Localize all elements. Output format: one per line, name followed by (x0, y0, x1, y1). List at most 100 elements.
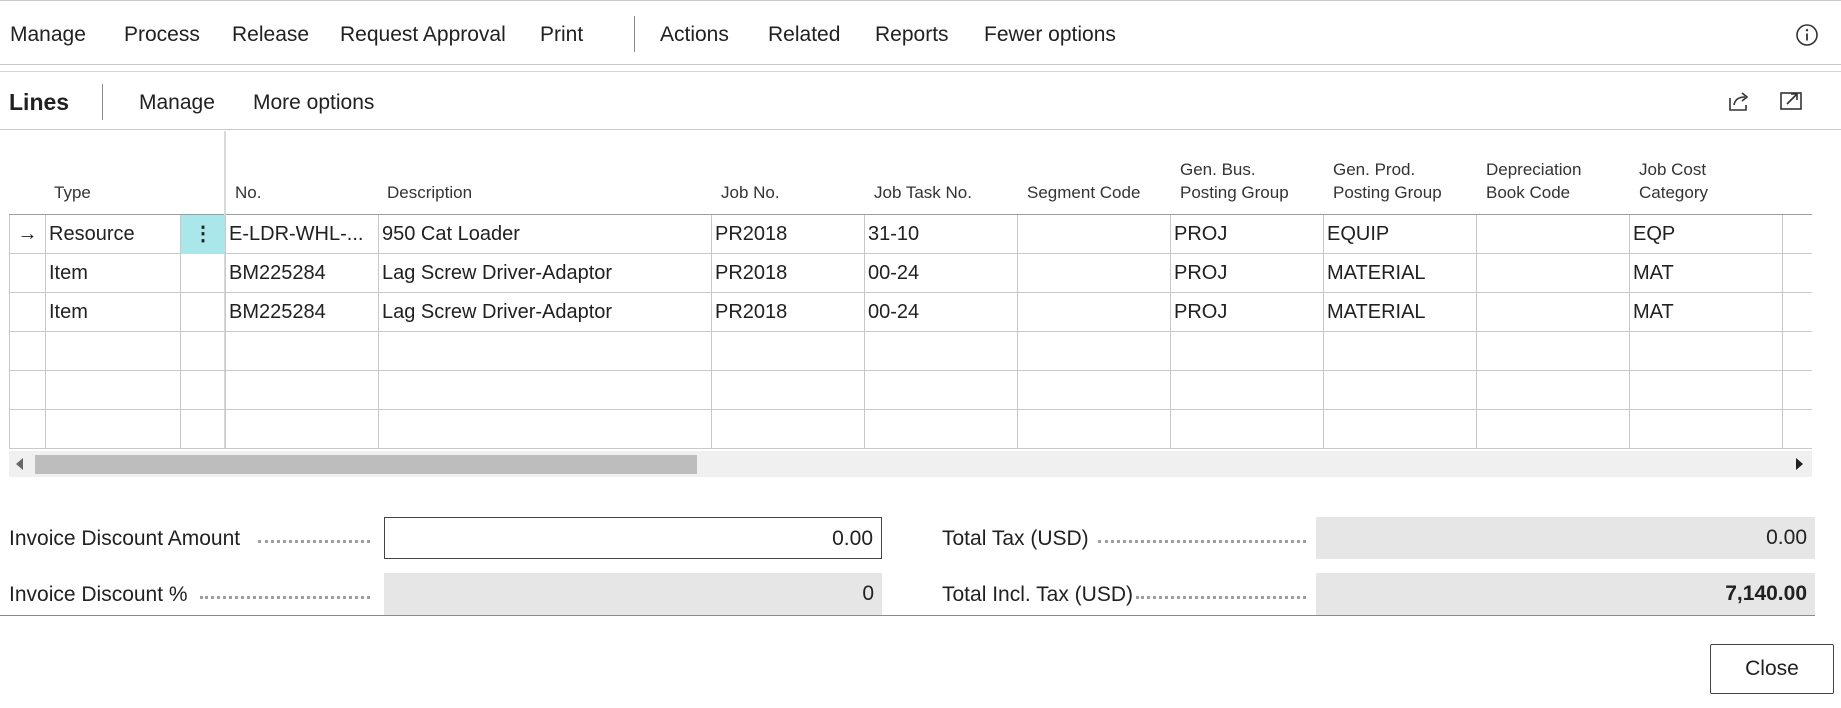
row-menu-cell[interactable] (181, 254, 226, 293)
cell-type[interactable]: Item (46, 254, 181, 293)
cell-gen-prod-posting-group[interactable] (1324, 410, 1477, 449)
menu-reports[interactable]: Reports (875, 23, 949, 47)
cell-job-cost-category[interactable]: MAT (1630, 254, 1783, 293)
scroll-left-arrow-icon[interactable] (16, 458, 23, 470)
cell-job-cost-category[interactable] (1630, 410, 1783, 449)
horizontal-scrollbar[interactable] (9, 451, 1812, 477)
menu-fewer-options[interactable]: Fewer options (984, 23, 1116, 47)
cell-no[interactable]: E-LDR-WHL-... (226, 215, 379, 254)
table-row-empty[interactable] (9, 332, 1812, 371)
cell-segment-code[interactable] (1018, 371, 1171, 410)
cell-job-cost-category[interactable]: MAT (1630, 293, 1783, 332)
row-indicator (9, 254, 46, 293)
cell-depreciation-book-code[interactable] (1477, 410, 1630, 449)
close-button[interactable]: Close (1710, 644, 1834, 694)
cell-description[interactable] (379, 371, 712, 410)
info-icon[interactable] (1795, 23, 1819, 47)
menu-request-approval[interactable]: Request Approval (340, 23, 506, 47)
cell-depreciation-book-code[interactable] (1477, 254, 1630, 293)
cell-description[interactable]: Lag Screw Driver-Adaptor (379, 293, 712, 332)
cell-no[interactable]: BM225284 (226, 293, 379, 332)
cell-job-task-no[interactable]: 00-24 (865, 293, 1018, 332)
total-incl-tax-value: 7,140.00 (1316, 573, 1815, 615)
cell-job-task-no[interactable] (865, 332, 1018, 371)
cell-segment-code[interactable] (1018, 293, 1171, 332)
table-row[interactable]: → Resource ⋮ E-LDR-WHL-... 950 Cat Loade… (9, 215, 1812, 254)
row-menu-cell[interactable] (181, 410, 226, 449)
cell-gen-bus-posting-group[interactable]: PROJ (1171, 293, 1324, 332)
scrollbar-thumb[interactable] (35, 455, 697, 474)
cell-depreciation-book-code[interactable] (1477, 215, 1630, 254)
share-icon[interactable] (1726, 88, 1752, 114)
cell-gen-bus-posting-group[interactable] (1171, 410, 1324, 449)
leader-dots (258, 540, 370, 543)
row-menu-cell[interactable] (181, 332, 226, 371)
scroll-right-arrow-icon[interactable] (1796, 458, 1803, 470)
cell-gen-prod-posting-group[interactable] (1324, 371, 1477, 410)
table-row-empty[interactable] (9, 410, 1812, 449)
cell-no[interactable] (226, 371, 379, 410)
menu-release[interactable]: Release (232, 23, 309, 47)
cell-description[interactable] (379, 410, 712, 449)
cell-segment-code[interactable] (1018, 254, 1171, 293)
cell-gen-bus-posting-group[interactable]: PROJ (1171, 215, 1324, 254)
menu-actions[interactable]: Actions (660, 23, 729, 47)
cell-job-task-no[interactable]: 00-24 (865, 254, 1018, 293)
cell-job-task-no[interactable] (865, 410, 1018, 449)
cell-description[interactable]: 950 Cat Loader (379, 215, 712, 254)
cell-job-cost-category[interactable] (1630, 371, 1783, 410)
cell-job-task-no[interactable] (865, 371, 1018, 410)
cell-type[interactable]: Item (46, 293, 181, 332)
cell-gen-prod-posting-group[interactable] (1324, 332, 1477, 371)
cell-job-task-no[interactable]: 31-10 (865, 215, 1018, 254)
lines-divider (102, 84, 103, 120)
cell-depreciation-book-code[interactable] (1477, 371, 1630, 410)
cell-job-cost-category[interactable]: EQP (1630, 215, 1783, 254)
cell-description[interactable]: Lag Screw Driver-Adaptor (379, 254, 712, 293)
table-row[interactable]: Item BM225284 Lag Screw Driver-Adaptor P… (9, 293, 1812, 332)
invoice-discount-amount-field[interactable]: 0.00 (384, 517, 882, 559)
cell-type[interactable] (46, 410, 181, 449)
row-menu-icon[interactable]: ⋮ (181, 215, 226, 254)
cell-job-no[interactable]: PR2018 (712, 215, 865, 254)
cell-segment-code[interactable] (1018, 332, 1171, 371)
row-menu-cell[interactable] (181, 371, 226, 410)
cell-gen-bus-posting-group[interactable]: PROJ (1171, 254, 1324, 293)
lines-more-options-button[interactable]: More options (253, 91, 374, 115)
cell-description[interactable] (379, 332, 712, 371)
menu-manage[interactable]: Manage (10, 23, 86, 47)
cell-gen-prod-posting-group[interactable]: EQUIP (1324, 215, 1477, 254)
cell-segment-code[interactable] (1018, 215, 1171, 254)
cell-job-no[interactable]: PR2018 (712, 254, 865, 293)
cell-job-no[interactable] (712, 332, 865, 371)
cell-depreciation-book-code[interactable] (1477, 332, 1630, 371)
table-row[interactable]: Item BM225284 Lag Screw Driver-Adaptor P… (9, 254, 1812, 293)
cell-gen-bus-posting-group[interactable] (1171, 371, 1324, 410)
cell-gen-prod-posting-group[interactable]: MATERIAL (1324, 293, 1477, 332)
cell-no[interactable]: BM225284 (226, 254, 379, 293)
cell-type[interactable] (46, 371, 181, 410)
row-indicator (9, 410, 46, 449)
table-row-empty[interactable] (9, 371, 1812, 410)
action-bar: Manage Process Release Request Approval … (0, 0, 1841, 65)
expand-icon[interactable] (1778, 88, 1804, 114)
cell-job-no[interactable] (712, 371, 865, 410)
cell-job-no[interactable] (712, 410, 865, 449)
cell-gen-prod-posting-group[interactable]: MATERIAL (1324, 254, 1477, 293)
row-indicator (9, 332, 46, 371)
lines-manage-button[interactable]: Manage (139, 91, 215, 115)
cell-segment-code[interactable] (1018, 410, 1171, 449)
lines-grid: Type No. Description Job No. Job Task No… (9, 131, 1812, 477)
cell-job-cost-category[interactable] (1630, 332, 1783, 371)
cell-no[interactable] (226, 410, 379, 449)
cell-gen-bus-posting-group[interactable] (1171, 332, 1324, 371)
cell-job-no[interactable]: PR2018 (712, 293, 865, 332)
menu-print[interactable]: Print (540, 23, 583, 47)
menu-related[interactable]: Related (768, 23, 840, 47)
row-menu-cell[interactable] (181, 293, 226, 332)
menu-process[interactable]: Process (124, 23, 200, 47)
cell-depreciation-book-code[interactable] (1477, 293, 1630, 332)
cell-no[interactable] (226, 332, 379, 371)
cell-type[interactable]: Resource (46, 215, 181, 254)
cell-type[interactable] (46, 332, 181, 371)
